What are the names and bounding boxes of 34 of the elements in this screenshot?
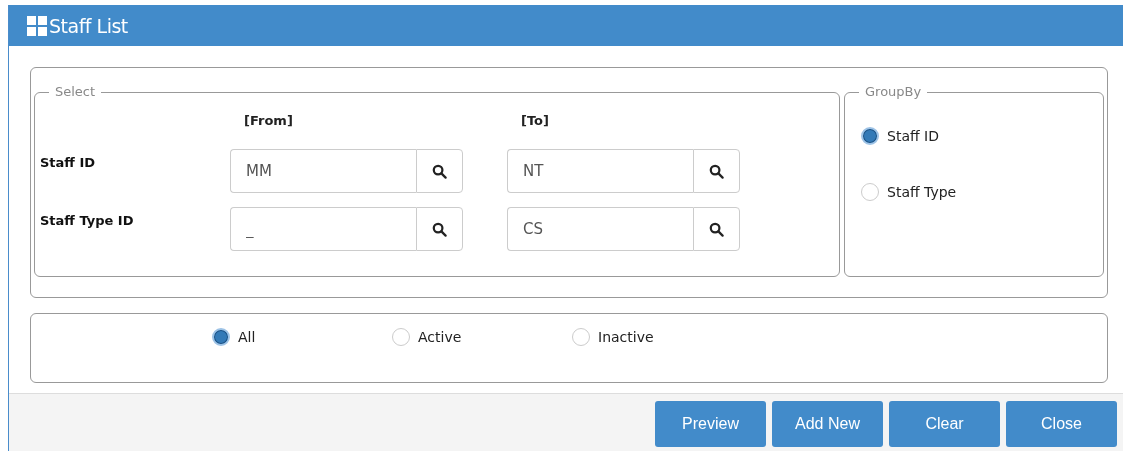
radio-button[interactable] [861, 127, 879, 145]
search-button[interactable] [693, 149, 740, 193]
action-button[interactable]: Close [1006, 401, 1117, 447]
input-field[interactable]: CS [507, 207, 693, 251]
radio-button[interactable] [212, 328, 230, 346]
action-button[interactable]: Preview [655, 401, 766, 447]
column-heading: [From] [243, 113, 294, 130]
group-legend: GroupBy [859, 84, 928, 99]
search-button[interactable] [416, 207, 463, 251]
input-field[interactable]: MM [230, 149, 416, 193]
radio-button[interactable] [392, 328, 410, 346]
radio-label: Staff Type [887, 184, 957, 200]
column-heading: [To] [520, 113, 550, 130]
radio-label: Active [418, 329, 462, 345]
search-button[interactable] [416, 149, 463, 193]
radio-label: All [238, 329, 256, 345]
search-button[interactable] [693, 207, 740, 251]
search-icon [432, 163, 447, 179]
radio-label: Inactive [598, 329, 654, 345]
field-label: Staff ID [40, 154, 97, 170]
radio-label: Staff ID [887, 128, 939, 144]
field-label: Staff Type ID [40, 212, 135, 228]
grid-icon [27, 15, 47, 36]
radio-button[interactable] [861, 183, 879, 201]
radio-button[interactable] [572, 328, 590, 346]
action-button[interactable]: Add New [772, 401, 883, 447]
group-legend: Select [49, 84, 102, 99]
search-icon [709, 221, 724, 237]
action-button[interactable]: Clear [889, 401, 1000, 447]
input-field[interactable]: NT [507, 149, 693, 193]
search-icon [709, 163, 724, 179]
input-field[interactable]: _ [230, 207, 416, 251]
search-icon [432, 221, 447, 237]
window-title: Staff List [49, 14, 128, 37]
